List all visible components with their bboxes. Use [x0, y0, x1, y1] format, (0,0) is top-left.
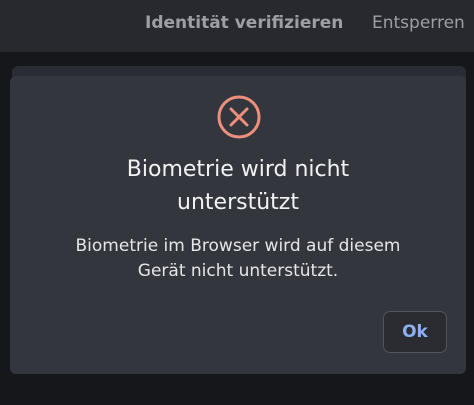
top-bar: Identität verifizieren Entsperren — [0, 0, 474, 52]
error-circle-x-icon — [217, 95, 261, 139]
error-dialog: Biometrie wird nicht unterstützt Biometr… — [10, 76, 466, 374]
unlock-button[interactable]: Entsperren — [372, 13, 465, 33]
ok-button[interactable]: Ok — [383, 311, 447, 353]
page-title: Identität verifizieren — [145, 13, 344, 33]
dialog-title-line: unterstützt — [177, 190, 299, 215]
dialog-message: Biometrie im Browser wird auf diesem Ger… — [10, 234, 466, 284]
dialog-message-line: Biometrie im Browser wird auf diesem — [75, 236, 401, 256]
dialog-message-line: Gerät nicht unterstützt. — [137, 261, 339, 281]
dialog-title-line: Biometrie wird nicht — [126, 157, 350, 182]
dialog-title: Biometrie wird nicht unterstützt — [10, 153, 466, 219]
